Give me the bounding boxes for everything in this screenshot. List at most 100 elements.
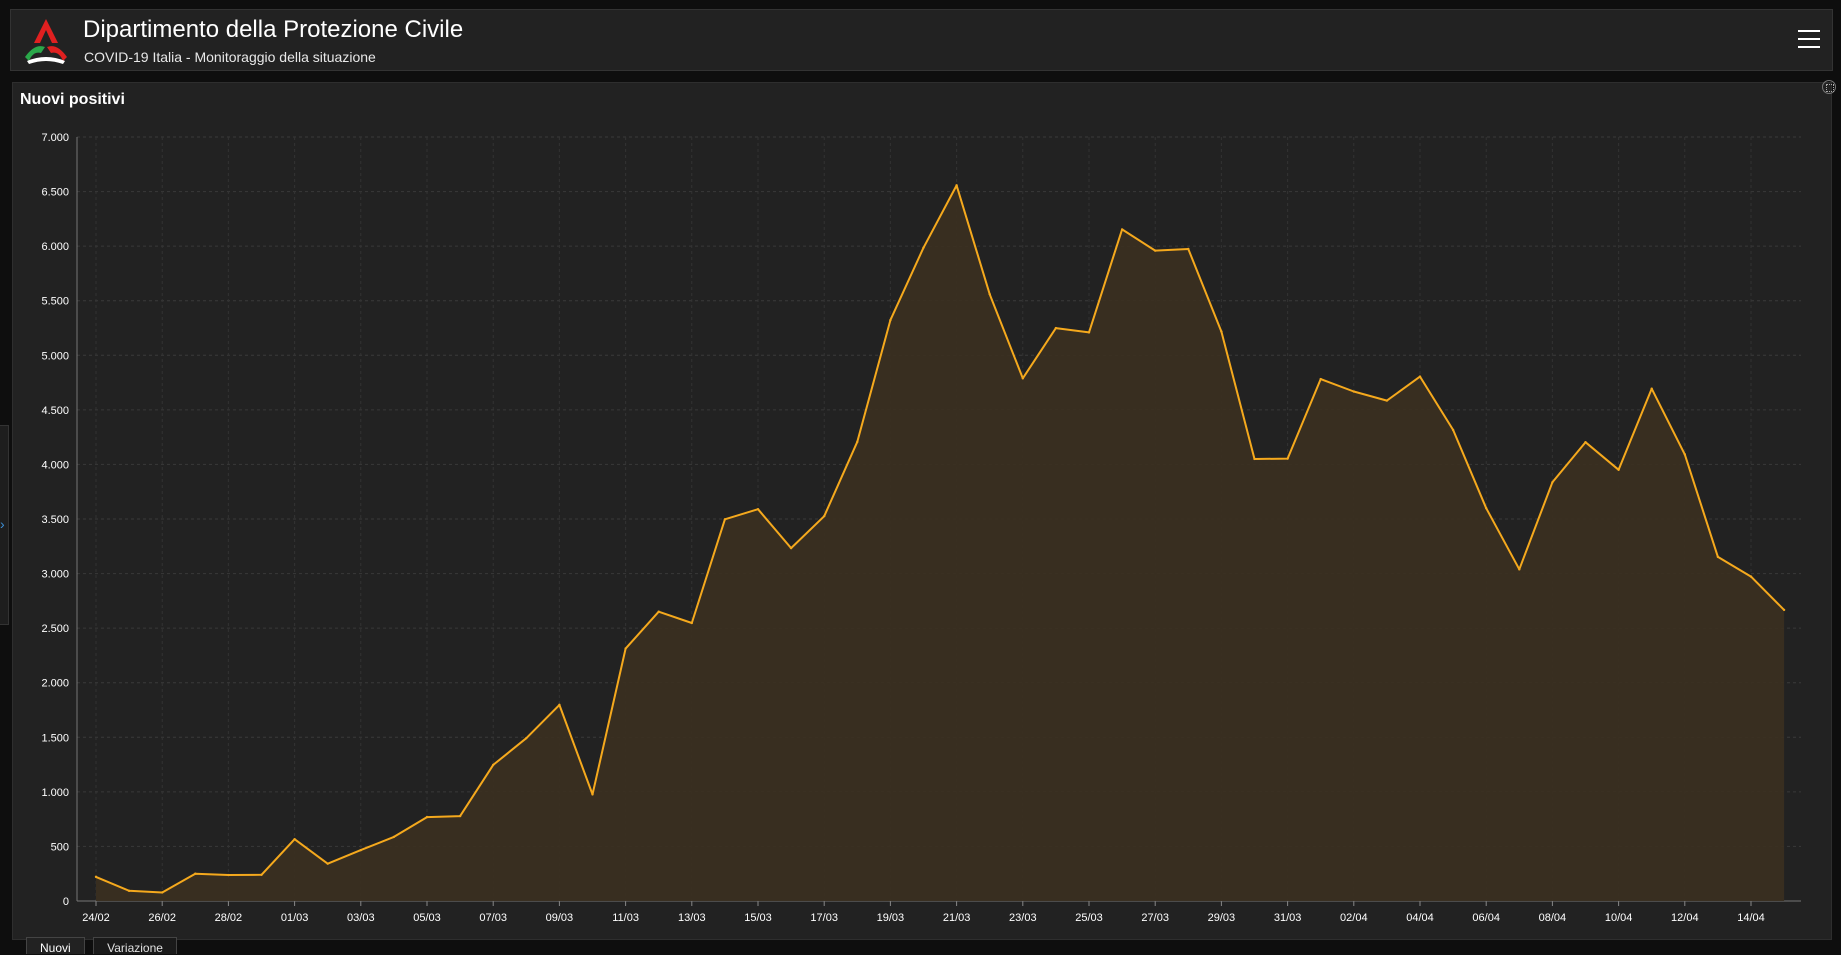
x-tick-label: 25/03 bbox=[1075, 912, 1103, 924]
data-point bbox=[359, 848, 362, 852]
data-point bbox=[1451, 428, 1455, 432]
app-title: Dipartimento della Protezione Civile bbox=[83, 16, 464, 43]
y-tick-label: 2.500 bbox=[41, 623, 69, 635]
data-point bbox=[657, 610, 660, 613]
data-point bbox=[889, 318, 892, 322]
y-tick-label: 2.000 bbox=[41, 678, 69, 690]
data-point bbox=[492, 763, 495, 767]
y-tick-label: 4.500 bbox=[41, 405, 69, 417]
data-point bbox=[988, 292, 991, 296]
data-point bbox=[1253, 457, 1256, 461]
data-point bbox=[1054, 326, 1058, 330]
y-tick-label: 5.500 bbox=[41, 296, 69, 308]
hamburger-menu-icon[interactable] bbox=[1798, 30, 1820, 50]
data-point bbox=[194, 872, 197, 875]
x-tick-label: 28/02 bbox=[215, 912, 243, 924]
nuovi-positivi-chart: 0 500 1.000 1.500 2.000 2.500 3.000 3.500 4.000 4… bbox=[41, 132, 1801, 924]
x-tick-label: 17/03 bbox=[810, 912, 838, 924]
data-point bbox=[458, 814, 462, 818]
app-header: Dipartimento della Protezione Civile COV… bbox=[10, 9, 1833, 71]
x-tick-label: 03/03 bbox=[347, 912, 375, 924]
x-tick-label: 21/03 bbox=[943, 912, 971, 924]
x-tick-label: 10/04 bbox=[1605, 912, 1633, 924]
x-tick-label: 11/03 bbox=[612, 912, 639, 924]
chart-tabs: Nuovi Variazione bbox=[26, 937, 181, 955]
data-point bbox=[1518, 568, 1521, 571]
x-tick-label: 06/04 bbox=[1472, 912, 1500, 924]
data-point bbox=[525, 736, 528, 740]
data-point bbox=[127, 889, 131, 893]
y-tick-label: 0 bbox=[63, 896, 69, 908]
y-tick-label: 1.000 bbox=[41, 787, 69, 799]
expand-icon[interactable] bbox=[1822, 80, 1836, 94]
data-point bbox=[922, 246, 925, 249]
y-tick-label: 4.000 bbox=[41, 459, 69, 471]
y-tick-label: 3.000 bbox=[41, 569, 69, 581]
data-point bbox=[1120, 228, 1124, 231]
tab-variazione[interactable]: Variazione bbox=[93, 937, 177, 955]
data-point bbox=[1782, 608, 1786, 612]
chart-panel: Nuovi positivi 0 500 1.000 1.500 2.000 2.500 3… bbox=[12, 82, 1832, 940]
protezione-civile-logo bbox=[25, 19, 67, 64]
x-tick-label: 14/04 bbox=[1737, 912, 1765, 924]
data-point bbox=[789, 546, 793, 550]
data-point bbox=[260, 873, 263, 877]
data-point bbox=[1021, 377, 1024, 380]
y-tick-label: 5.000 bbox=[41, 350, 69, 362]
x-tick-label: 15/03 bbox=[744, 912, 772, 924]
data-point bbox=[1683, 453, 1687, 456]
data-point bbox=[392, 835, 396, 839]
data-point bbox=[955, 184, 958, 187]
y-tick-label: 7.000 bbox=[41, 132, 69, 144]
x-tick-label: 24/02 bbox=[82, 912, 110, 924]
x-tick-label: 29/03 bbox=[1208, 912, 1236, 924]
x-tick-label: 27/03 bbox=[1141, 912, 1169, 924]
data-point bbox=[1087, 331, 1091, 334]
data-point bbox=[1385, 399, 1389, 402]
data-point bbox=[1319, 377, 1322, 381]
x-tick-label: 19/03 bbox=[877, 912, 905, 924]
data-point bbox=[1352, 390, 1356, 393]
x-tick-label: 23/03 bbox=[1009, 912, 1037, 924]
data-point bbox=[161, 891, 164, 894]
data-point bbox=[1154, 249, 1157, 252]
x-tick-label: 08/04 bbox=[1539, 912, 1567, 924]
x-tick-label: 13/03 bbox=[678, 912, 706, 924]
x-tick-label: 31/03 bbox=[1274, 912, 1302, 924]
data-point bbox=[756, 507, 760, 511]
data-point bbox=[1220, 330, 1223, 333]
data-point bbox=[624, 647, 627, 650]
x-tick-label: 07/03 bbox=[479, 912, 507, 924]
y-tick-label: 500 bbox=[51, 841, 69, 853]
chevron-right-icon[interactable]: › bbox=[0, 516, 8, 532]
data-point bbox=[1650, 387, 1653, 390]
data-point bbox=[1551, 481, 1554, 484]
series-area bbox=[96, 185, 1785, 901]
data-point bbox=[723, 518, 727, 521]
data-point bbox=[591, 793, 594, 796]
x-tick-label: 04/04 bbox=[1406, 912, 1434, 924]
x-tick-label: 05/03 bbox=[413, 912, 441, 924]
data-point bbox=[326, 862, 329, 865]
data-point bbox=[1418, 375, 1422, 378]
x-tick-label: 26/02 bbox=[148, 912, 176, 924]
data-point bbox=[823, 514, 826, 518]
x-tick-label: 02/04 bbox=[1340, 912, 1368, 924]
data-point bbox=[425, 815, 429, 819]
y-tick-label: 3.500 bbox=[41, 514, 69, 526]
x-tick-label: 09/03 bbox=[546, 912, 574, 924]
y-tick-label: 6.000 bbox=[41, 241, 69, 253]
data-point bbox=[856, 440, 859, 444]
data-point bbox=[1485, 506, 1488, 510]
data-point bbox=[1749, 575, 1753, 578]
x-tick-label: 01/03 bbox=[281, 912, 309, 924]
data-point bbox=[1584, 440, 1587, 444]
y-tick-label: 6.500 bbox=[41, 187, 69, 199]
y-tick-label: 1.500 bbox=[41, 732, 69, 744]
data-point bbox=[293, 838, 296, 841]
data-point bbox=[690, 621, 693, 625]
tab-nuovi[interactable]: Nuovi bbox=[26, 937, 85, 955]
data-point bbox=[227, 873, 230, 877]
data-point bbox=[1617, 468, 1620, 471]
data-point bbox=[94, 875, 98, 879]
